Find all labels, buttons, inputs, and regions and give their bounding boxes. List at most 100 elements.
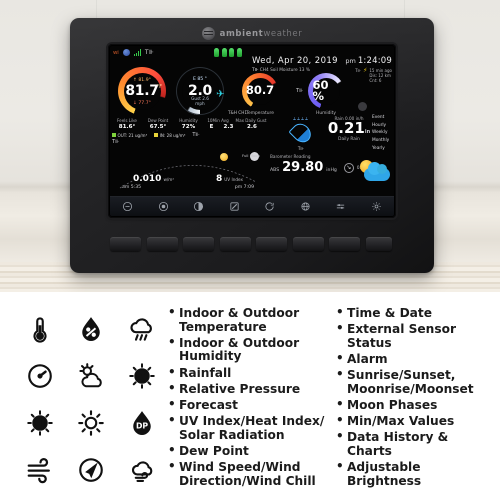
list-item: Indoor & Outdoor Humidity	[168, 336, 336, 364]
metric-header-dew-point: Dew Point	[147, 118, 169, 123]
wind-speed-icon	[14, 446, 65, 493]
metric-10min-avg-value: 2.3	[223, 124, 234, 130]
sunset-time: pm 7:09	[234, 185, 254, 190]
rain-hourly-label: Hourly	[372, 122, 387, 128]
solar-radiation-unit: w/m²	[163, 177, 175, 182]
moon-phase-icon	[65, 493, 116, 500]
temp-high-value: ↑ 81.9°	[133, 77, 151, 83]
indoor-humidity-value: 60 %	[312, 77, 329, 103]
svg-text:UV: UV	[137, 372, 149, 380]
indoor-humidity-gauge[interactable]: 60 % Humidity	[308, 73, 344, 116]
pm-outdoor-value: OUT: 21 ug/m³	[117, 132, 148, 138]
lcd-screen[interactable]: wi T⊪ Wed, Apr 20, 2019 pm 1:24:09 T⊪ CH…	[110, 46, 394, 216]
uv-index-value: 8	[215, 174, 223, 184]
wind-speed-gauge[interactable]: E 85 ° 2.0 Gust 2.6 mph ✈	[176, 67, 224, 115]
antenna-icon: T⊪	[192, 132, 200, 138]
battery-full-icon	[229, 48, 234, 57]
daily-rain-label: Daily Rain	[338, 136, 360, 142]
device-button-2[interactable]	[146, 237, 178, 251]
heat-index-sun-icon: HI	[14, 399, 65, 446]
device-button-row	[110, 237, 392, 251]
gauge-row: ↑ 81.9° 81.7 ↓ 77.7° °F E 85 ° 2.0 Gust …	[110, 66, 394, 118]
chart-icon[interactable]	[228, 201, 240, 213]
pm-outdoor: OUT: 21 ug/m³	[112, 133, 147, 138]
partly-cloudy-forecast-icon	[65, 352, 116, 399]
table-row: Yearly1.05 in	[372, 145, 394, 153]
daily-rain-number: 0.21	[327, 119, 365, 137]
daily-rain-panel[interactable]: Rain 0.00 in/h 0.21in Daily Rain	[325, 116, 373, 142]
sun-icon	[220, 153, 228, 161]
device-button-4[interactable]	[219, 237, 251, 251]
solar-radiation-sun-icon	[65, 399, 116, 446]
signal-bars-icon	[133, 49, 141, 56]
rain-drops-icon: ⟂⟂⟂⟂	[292, 117, 309, 122]
device-button-5[interactable]	[256, 237, 287, 251]
wind-unit: mph	[195, 100, 205, 106]
moon-phase-label: Full Moon	[241, 153, 260, 158]
device-button-7[interactable]	[329, 237, 360, 251]
battery-full-icon	[236, 48, 242, 57]
metric-header-10min-avg: 10Min Avg	[207, 118, 229, 123]
antenna-icon: T⊪	[296, 88, 304, 94]
pm-indoor: IN: 28 ug/m³	[154, 133, 185, 138]
table-row: Weekly1.03 in	[372, 129, 394, 137]
battery-indicators	[214, 48, 242, 57]
list-item: Forecast	[168, 398, 336, 413]
globe-icon[interactable]	[299, 201, 311, 213]
feature-column-left: Indoor & Outdoor Temperature Indoor & Ou…	[168, 301, 336, 491]
status-left-icons: wi T⊪	[113, 49, 154, 56]
battery-full-icon	[214, 48, 219, 57]
weather-station-device: ambientweather wi T⊪ Wed, Apr 20, 2019 p…	[70, 18, 434, 273]
target-circle-icon[interactable]	[157, 201, 169, 213]
list-item: Dew Point	[168, 444, 336, 459]
daily-rain-value: 0.21in	[325, 119, 373, 137]
rain-drop-panel: ⟂⟂⟂⟂ T⊪	[273, 116, 329, 151]
temp-low-value: ↓ 77.7°	[133, 100, 151, 106]
metrics-headers: Feels Like Dew Point Humidity 10Min Avg …	[112, 118, 272, 123]
device-button-3[interactable]	[183, 237, 214, 251]
outdoor-metrics-panel: Feels Like Dew Point Humidity 10Min Avg …	[112, 118, 272, 145]
page-root: ambientweather wi T⊪ Wed, Apr 20, 2019 p…	[0, 0, 500, 500]
trend-arrow-icon: ↘	[343, 162, 354, 173]
wind-direction-arrow-icon: ✈	[216, 89, 225, 100]
partly-sunny-icon	[360, 160, 390, 181]
settings-gear-icon[interactable]	[370, 201, 382, 213]
barometer-value: 29.80	[282, 160, 324, 175]
battery-full-icon	[221, 48, 227, 57]
list-item: Rainfall	[168, 366, 336, 381]
table-row: Event1.01 in	[372, 114, 394, 122]
list-item: Relative Pressure	[168, 382, 336, 397]
barometer-panel[interactable]: Barometer Reading ABS 29.80 inHg ↘ 0.01 …	[266, 154, 394, 190]
history-icon[interactable]	[264, 201, 276, 213]
indoor-temperature-gauge[interactable]: 80.7 Temperature	[242, 73, 278, 116]
device-button-8[interactable]	[365, 237, 392, 251]
dew-point-drop-icon: DP	[117, 399, 168, 446]
rain-history-table[interactable]: Event1.01 in Hourly1.02 in Weekly1.03 in…	[372, 114, 394, 152]
contrast-icon[interactable]	[193, 201, 205, 213]
minus-circle-icon[interactable]	[122, 201, 134, 213]
brand-text: ambientweather	[220, 29, 303, 39]
device-button-6[interactable]	[292, 237, 324, 251]
outdoor-temperature-gauge[interactable]: ↑ 81.9° 81.7 ↓ 77.7° °F	[118, 67, 166, 115]
rain-event-label: Event	[372, 115, 385, 120]
table-row: Hourly1.02 in	[372, 122, 394, 130]
metrics-values: 81.6° 67.5° 72% E 2.3 2.6	[112, 123, 272, 130]
metric-header-humidity: Humidity	[179, 118, 198, 123]
sun-arc-panel[interactable]: Full Moon 0.010 w/m² 8 UV Index am 5:35 pm…	[112, 152, 264, 192]
device-button-1[interactable]	[110, 237, 141, 251]
list-item: Data History & Charts	[336, 430, 486, 458]
solar-radiation-value: 0.010	[132, 174, 162, 184]
list-item: Alarm	[336, 352, 486, 367]
wind-direction-compass-icon	[65, 446, 116, 493]
current-time: 1:24:09	[357, 56, 392, 66]
solar-uv-values: 0.010 w/m² 8 UV Index	[112, 166, 264, 185]
brand-sub: weather	[263, 28, 303, 39]
antenna-icon: T⊪	[144, 49, 154, 56]
feature-column-right: Time & Date External Sensor Status Alarm…	[336, 301, 486, 491]
sensors-icon[interactable]	[335, 201, 347, 213]
air-quality-row: OUT: 21 ug/m³ IN: 28 ug/m³ T⊪	[112, 132, 272, 138]
product-photo-scene: ambientweather wi T⊪ Wed, Apr 20, 2019 p…	[0, 0, 500, 292]
list-item: Sunrise/Sunset, Moonrise/Moonset	[336, 368, 486, 396]
rain-weekly-label: Weekly	[372, 130, 388, 136]
metric-header-feels-like: Feels Like	[117, 118, 137, 123]
